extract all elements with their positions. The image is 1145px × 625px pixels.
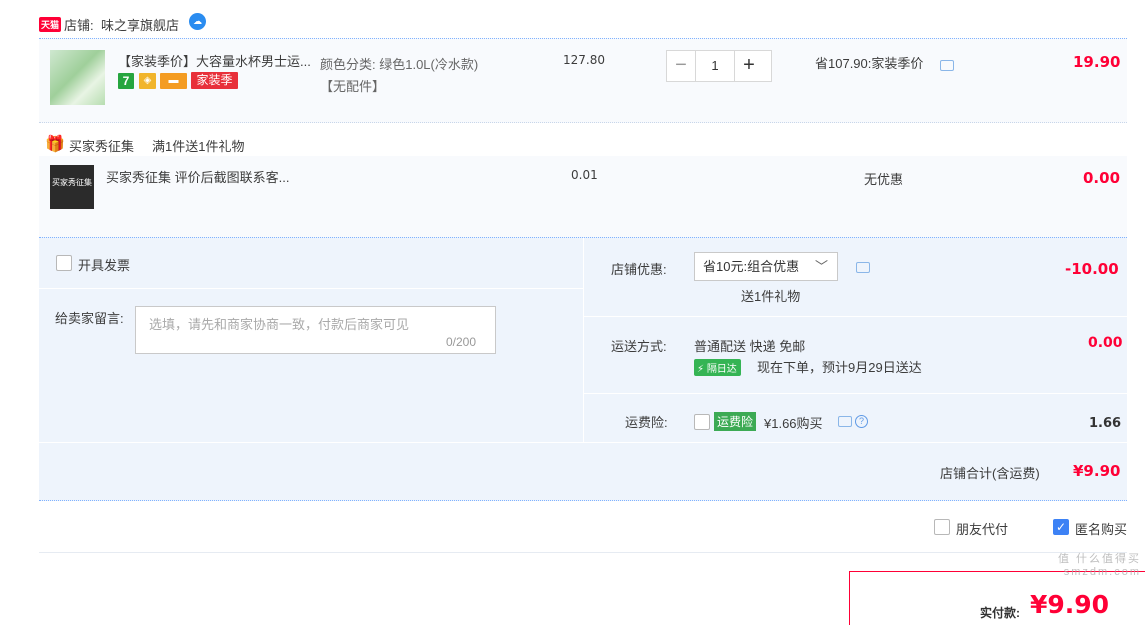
- chevron-down-icon: ﹀: [814, 259, 828, 274]
- insurance-checkbox[interactable]: [694, 414, 710, 430]
- shop-label: 店铺:: [64, 18, 94, 33]
- quantity-input[interactable]: 1: [695, 51, 735, 81]
- wangwang-chat-icon[interactable]: ☁: [189, 13, 206, 30]
- gift-subtotal: 0.00: [1083, 169, 1121, 187]
- friend-pay-label: 朋友代付: [956, 522, 1009, 537]
- insurance-amount: 1.66: [1089, 416, 1122, 431]
- gift-unit-price: 0.01: [571, 168, 598, 182]
- insurance-info-icon[interactable]: [838, 416, 852, 427]
- watermark: 值 什么值得买 smzdm.com: [1057, 553, 1141, 578]
- quantity-stepper: − 1 +: [666, 50, 772, 82]
- payment-amount: ¥9.90: [1030, 590, 1110, 619]
- panel-row-line: [39, 288, 583, 289]
- payment-label: 实付款:: [980, 606, 1020, 620]
- discount-info-icon[interactable]: [940, 60, 954, 71]
- next-day-badge-text: 隔日达: [706, 364, 737, 375]
- shipping-label: 运送方式:: [611, 339, 667, 354]
- shipping-estimate: 现在下单，预计9月29日送达: [757, 360, 922, 375]
- invoice-checkbox[interactable]: [56, 255, 72, 271]
- shipping-amount: 0.00: [1088, 335, 1123, 351]
- shop-discount-info-icon[interactable]: [856, 262, 870, 273]
- gift-rule: 满1件送1件礼物: [152, 139, 245, 154]
- shop-discount-label: 店铺优惠:: [611, 262, 667, 277]
- friend-pay-checkbox[interactable]: [934, 519, 950, 535]
- item-discount: 省107.90:家装季价: [815, 56, 924, 71]
- message-counter: 0/200: [446, 335, 477, 349]
- message-label: 给卖家留言:: [55, 311, 124, 326]
- message-textarea[interactable]: 选填，请先和商家协商一致，付款后商家可见 0/200: [135, 306, 496, 354]
- anonymous-label: 匿名购买: [1075, 522, 1128, 537]
- shop-total-label: 店铺合计(含运费): [940, 466, 1040, 481]
- card-payment-icon: ▬: [160, 73, 187, 89]
- decrease-button[interactable]: −: [667, 51, 695, 81]
- seven-day-return-icon: 7: [118, 73, 134, 89]
- help-icon[interactable]: ?: [855, 415, 868, 428]
- tmall-badge: 天猫: [39, 17, 62, 32]
- insurance-price-text: ¥1.66购买: [764, 416, 823, 431]
- item-subtotal: 19.90: [1073, 53, 1121, 71]
- home-season-tag: 家装季: [191, 72, 238, 89]
- gift-title[interactable]: 买家秀征集 评价后截图联系客...: [106, 167, 289, 186]
- insurance-label: 运费险:: [625, 415, 668, 430]
- panel-row-line: [584, 316, 1127, 317]
- product-title[interactable]: 【家装季价】大容量水杯男士运...: [118, 51, 311, 70]
- unit-price: 127.80: [563, 53, 605, 67]
- anonymous-checkbox[interactable]: ✓: [1053, 519, 1069, 535]
- panel-row-line: [584, 393, 1127, 394]
- insurance-badge: 运费险: [714, 412, 757, 431]
- gift-icon: 🎁: [45, 136, 65, 153]
- options-separator: [39, 552, 1127, 553]
- shop-discount-selected: 省10元:组合优惠: [703, 259, 800, 274]
- gift-thumbnail[interactable]: 买家秀征集: [50, 165, 94, 209]
- gift-separator: [39, 122, 1127, 123]
- product-thumbnail[interactable]: [50, 50, 105, 105]
- shipping-method: 普通配送 快递 免邮: [694, 339, 806, 354]
- shop-discount-select[interactable]: 省10元:组合优惠 ﹀: [694, 252, 838, 281]
- gift-discount: 无优惠: [864, 172, 904, 187]
- guarantee-icon: ◈: [139, 73, 156, 89]
- increase-button[interactable]: +: [735, 51, 763, 81]
- panel-divider: [583, 238, 584, 442]
- shop-total-amount: ¥9.90: [1073, 462, 1121, 480]
- sku-accessory: 【无配件】: [320, 79, 386, 94]
- message-placeholder: 选填，请先和商家协商一致，付款后商家可见: [149, 317, 410, 332]
- shop-name[interactable]: 味之享旗舰店: [101, 15, 179, 34]
- gift-label: 买家秀征集: [69, 139, 135, 154]
- shop-discount-amount: -10.00: [1065, 260, 1119, 278]
- sku-spec: 颜色分类: 绿色1.0L(冷水款): [320, 57, 479, 72]
- shop-discount-note: 送1件礼物: [741, 289, 801, 304]
- invoice-label: 开具发票: [78, 258, 131, 273]
- panel-row-line: [39, 442, 1127, 443]
- next-day-badge: ⚡ 隔日达: [694, 359, 741, 376]
